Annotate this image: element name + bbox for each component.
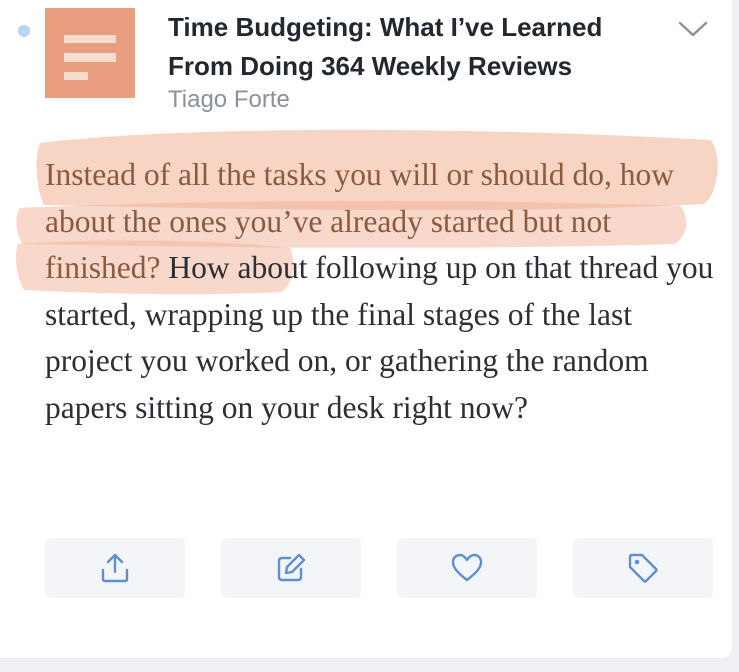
book-title: Time Budgeting: What I’ve Learned From D… bbox=[168, 12, 603, 81]
favorite-button[interactable] bbox=[397, 538, 537, 598]
edit-button[interactable] bbox=[221, 538, 361, 598]
share-icon bbox=[101, 553, 129, 583]
author-name: Tiago Forte bbox=[168, 86, 290, 113]
heart-icon bbox=[451, 553, 483, 582]
tag-icon bbox=[628, 553, 658, 583]
tag-button[interactable] bbox=[573, 538, 713, 598]
action-bar bbox=[45, 538, 713, 598]
highlight-card[interactable]: Time Budgeting: What I’ve Learned From D… bbox=[0, 0, 732, 658]
chevron-down-icon[interactable] bbox=[676, 16, 710, 42]
share-button[interactable] bbox=[45, 538, 185, 598]
highlight-quote: Instead of all the tasks you will or sho… bbox=[45, 152, 715, 431]
unread-indicator bbox=[18, 25, 30, 37]
book-thumbnail bbox=[45, 8, 135, 98]
edit-icon bbox=[277, 553, 306, 582]
